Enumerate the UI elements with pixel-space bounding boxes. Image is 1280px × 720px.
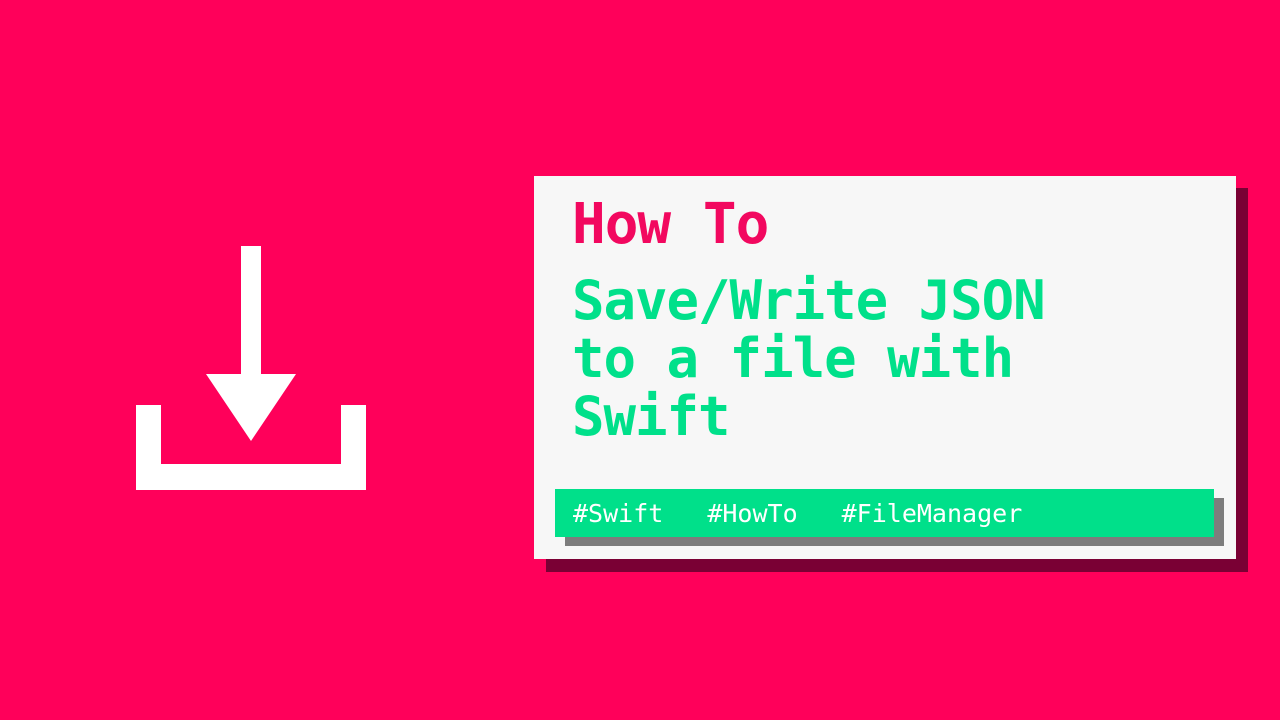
download-icon [136,246,366,490]
title-card: How To Save/Write JSON to a file with Sw… [534,176,1236,559]
tag-filemanager[interactable]: #FileManager [842,499,1023,528]
article-title: Save/Write JSON to a file with Swift [572,272,1172,446]
title-line: Save/Write JSON [572,269,1046,332]
tag-bar: #Swift #HowTo #FileManager [555,489,1214,537]
kicker-label: How To [572,192,769,257]
title-line: Swift [572,385,731,448]
tag-howto[interactable]: #HowTo [707,499,797,528]
title-line: to a file with [572,327,1014,390]
tag-swift[interactable]: #Swift [573,499,663,528]
